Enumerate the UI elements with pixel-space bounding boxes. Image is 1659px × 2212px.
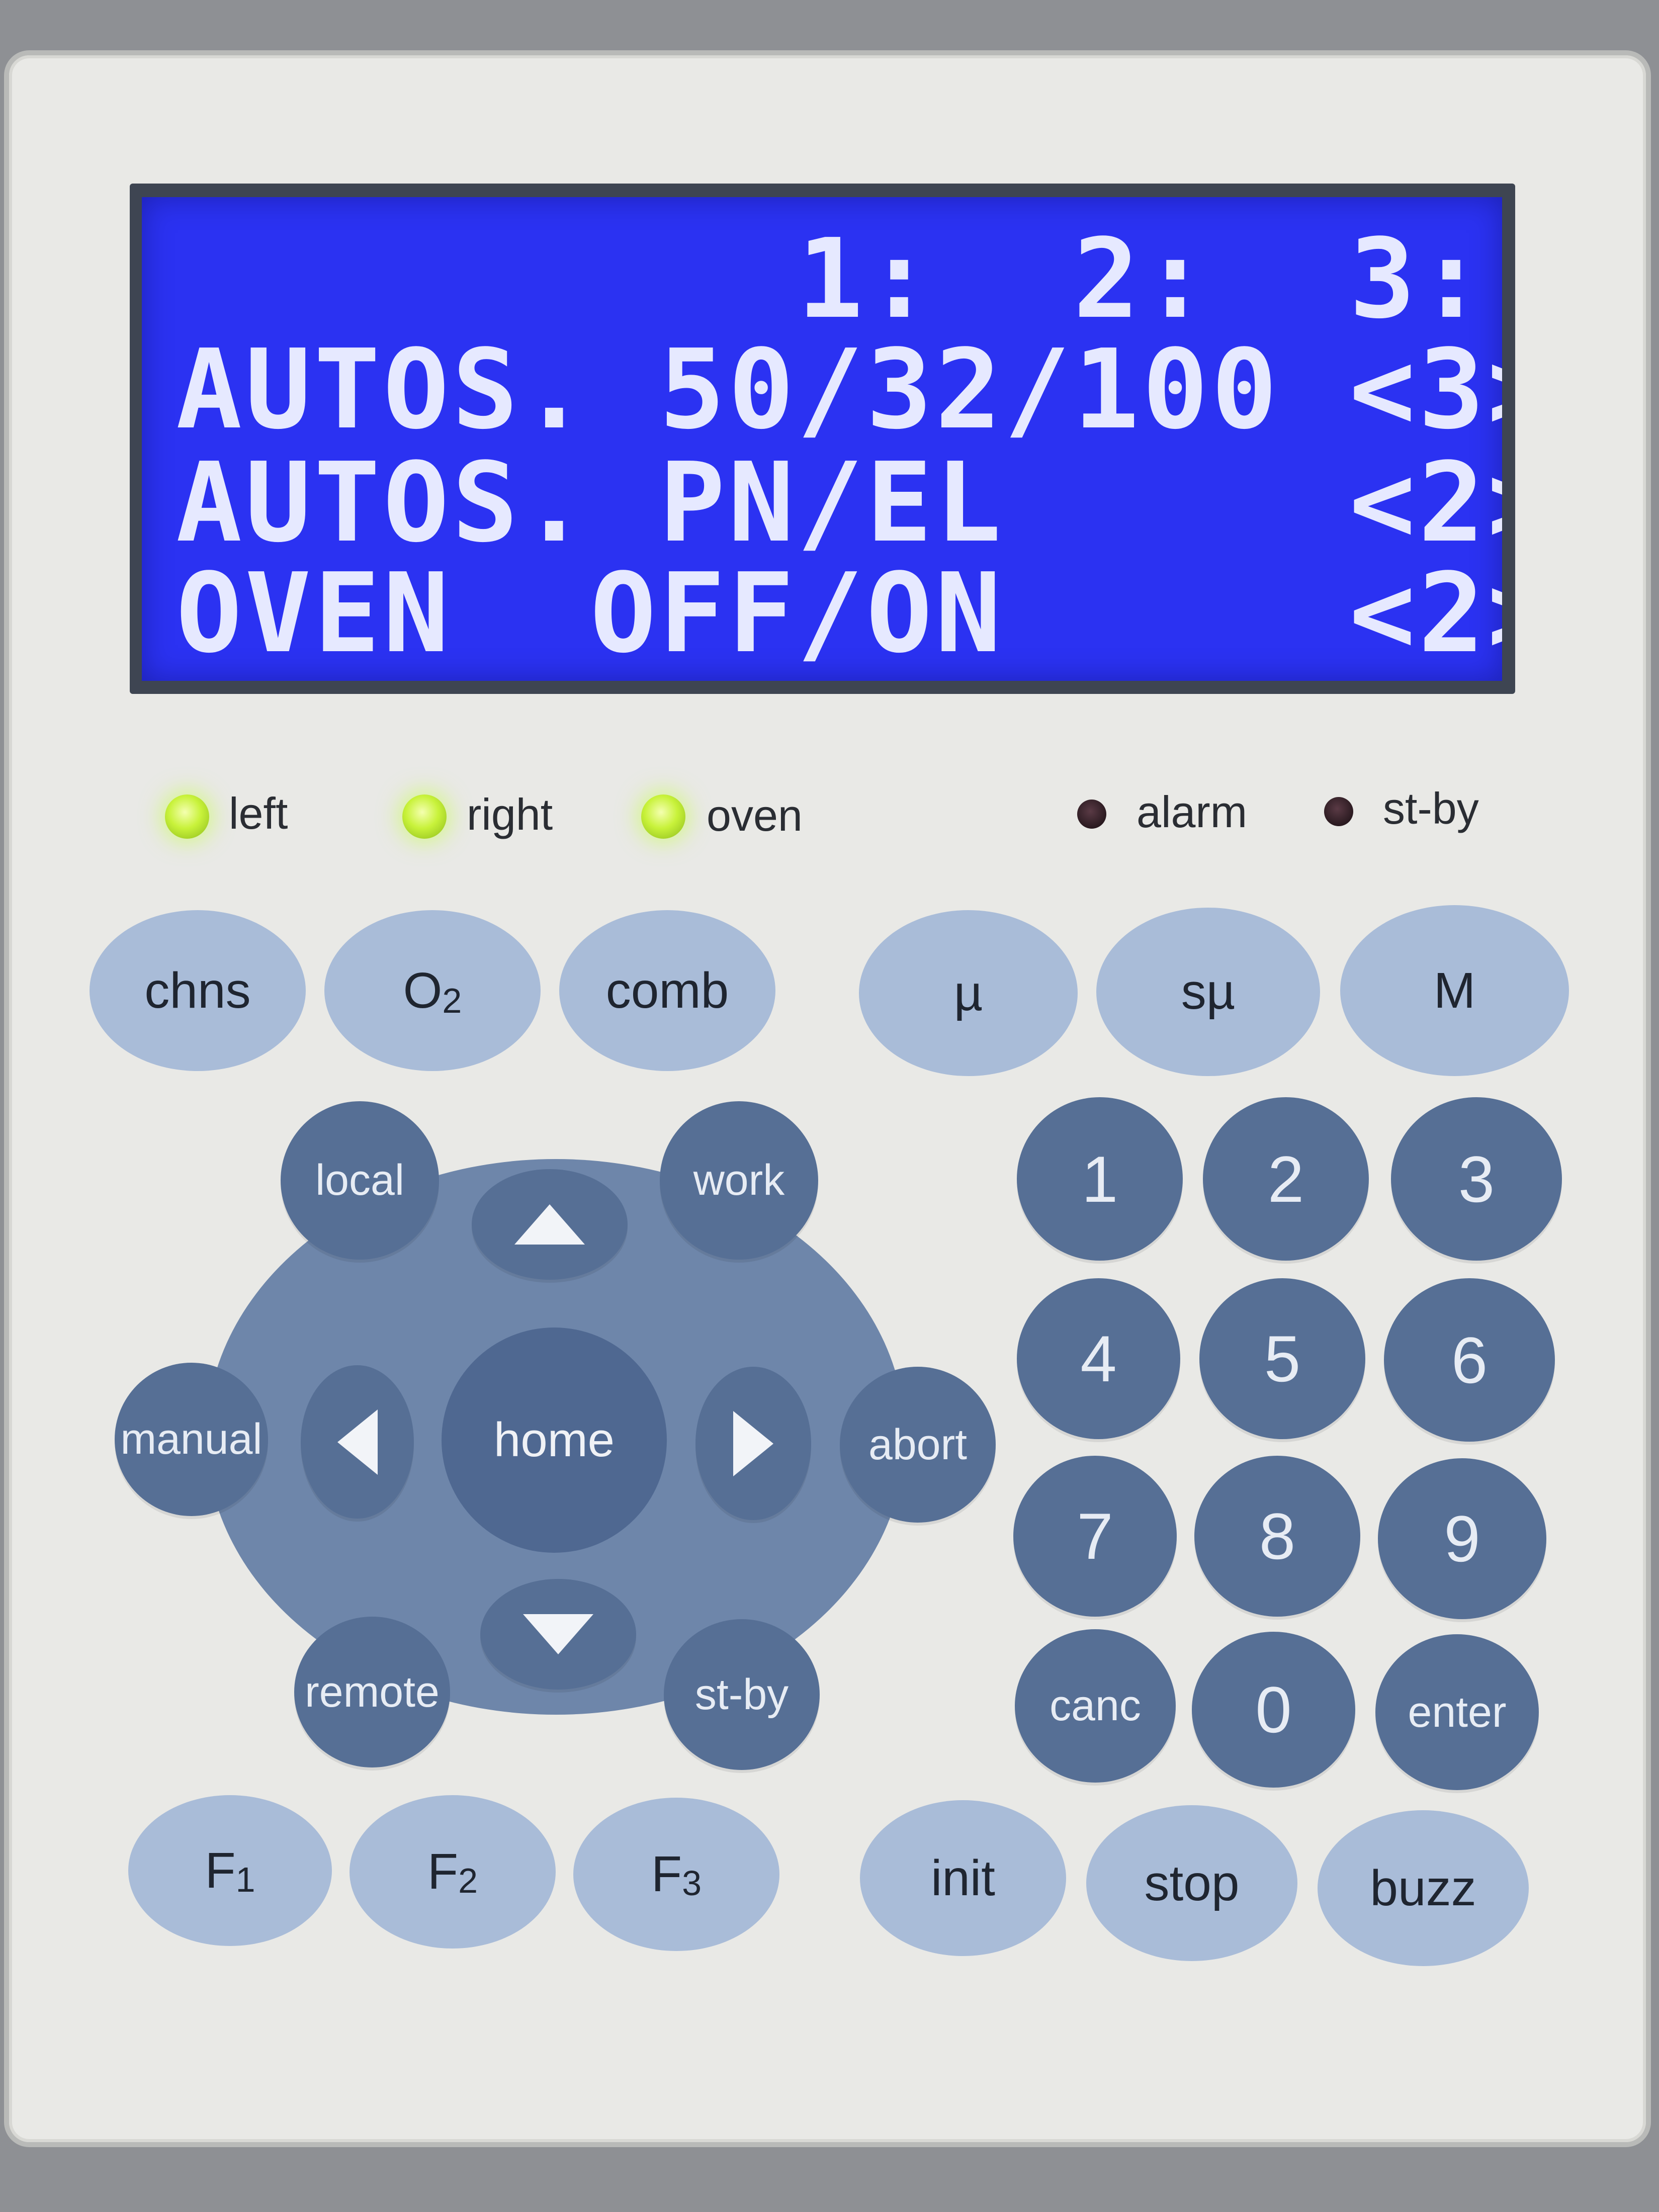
f3-subscript: 3: [682, 1864, 702, 1903]
home-button[interactable]: home: [442, 1328, 667, 1553]
digit-1-label: 1: [1081, 1142, 1118, 1216]
digit-0-label: 0: [1255, 1673, 1292, 1746]
f3-label: F: [651, 1846, 682, 1902]
init-label: init: [931, 1849, 995, 1906]
digit-3-button[interactable]: 3: [1391, 1097, 1562, 1261]
oven-led-label: oven: [707, 790, 803, 840]
f1-label: F: [205, 1842, 236, 1899]
digit-8-button[interactable]: 8: [1194, 1456, 1360, 1617]
digit-7-button[interactable]: 7: [1013, 1456, 1177, 1617]
digit-8-label: 8: [1259, 1499, 1296, 1573]
f3-button[interactable]: F3: [573, 1798, 779, 1951]
stby-button[interactable]: st-by: [664, 1619, 820, 1770]
chns-button[interactable]: chns: [90, 910, 306, 1071]
enter-label: enter: [1408, 1688, 1507, 1736]
right-led: [402, 794, 447, 839]
digit-4-label: 4: [1080, 1322, 1117, 1395]
remote-button[interactable]: remote: [294, 1617, 450, 1767]
cancel-button[interactable]: canc: [1015, 1629, 1176, 1783]
lcd-line-autos-mode: AUTOS. PN/EL <2>: [176, 439, 1502, 567]
lcd-display: 1: 2: 3: AUTOS. 50/32/100 <3> AUTOS. PN/…: [142, 197, 1502, 681]
oven-led: [641, 794, 685, 839]
digit-0-button[interactable]: 0: [1192, 1632, 1355, 1788]
smu-button[interactable]: sµ: [1096, 908, 1320, 1076]
m-label: M: [1433, 962, 1476, 1019]
local-label: local: [315, 1156, 404, 1204]
digit-2-label: 2: [1267, 1142, 1304, 1216]
left-led: [165, 794, 209, 839]
work-label: work: [693, 1156, 785, 1204]
o2-label: O: [403, 962, 443, 1019]
o2-button[interactable]: O2: [324, 910, 541, 1071]
down-arrow-icon: [523, 1614, 593, 1654]
buzz-label: buzz: [1370, 1860, 1476, 1916]
f2-label: F: [427, 1843, 459, 1900]
manual-button[interactable]: manual: [115, 1363, 268, 1516]
remote-label: remote: [305, 1667, 440, 1716]
stby-led-label: st-by: [1383, 783, 1479, 833]
digit-7-label: 7: [1077, 1499, 1113, 1573]
chns-label: chns: [144, 962, 251, 1019]
right-arrow-icon: [733, 1410, 773, 1476]
init-button[interactable]: init: [860, 1800, 1066, 1956]
down-arrow-button[interactable]: [480, 1579, 636, 1690]
right-led-label: right: [467, 789, 553, 839]
right-arrow-button[interactable]: [695, 1367, 811, 1520]
digit-4-button[interactable]: 4: [1017, 1278, 1180, 1439]
o2-subscript: 2: [442, 981, 462, 1020]
up-arrow-button[interactable]: [472, 1169, 628, 1280]
digit-9-button[interactable]: 9: [1378, 1458, 1546, 1619]
comb-label: comb: [605, 962, 729, 1019]
f2-subscript: 2: [458, 1861, 478, 1900]
mu-button[interactable]: µ: [859, 910, 1078, 1076]
f1-subscript: 1: [235, 1860, 255, 1899]
alarm-led: [1077, 800, 1106, 829]
enter-button[interactable]: enter: [1375, 1634, 1539, 1790]
m-button[interactable]: M: [1340, 905, 1569, 1076]
cancel-label: canc: [1050, 1682, 1141, 1730]
local-button[interactable]: local: [281, 1101, 439, 1260]
digit-5-button[interactable]: 5: [1199, 1278, 1365, 1439]
manual-label: manual: [120, 1415, 263, 1463]
digit-5-label: 5: [1264, 1322, 1301, 1395]
f2-button[interactable]: F2: [350, 1795, 556, 1949]
abort-button[interactable]: abort: [840, 1367, 996, 1523]
work-button[interactable]: work: [660, 1101, 818, 1260]
stop-label: stop: [1144, 1854, 1240, 1911]
lcd-line-header: 1: 2: 3:: [176, 216, 1488, 343]
digit-9-label: 9: [1444, 1502, 1480, 1575]
abort-label: abort: [868, 1420, 968, 1469]
digit-1-button[interactable]: 1: [1017, 1097, 1183, 1261]
left-arrow-button[interactable]: [301, 1365, 414, 1519]
stop-button[interactable]: stop: [1086, 1805, 1297, 1961]
home-label: home: [493, 1413, 615, 1467]
left-led-label: left: [229, 788, 288, 838]
f1-button[interactable]: F1: [128, 1795, 332, 1946]
buzz-button[interactable]: buzz: [1318, 1810, 1529, 1966]
lcd-line-oven: OVEN OFF/ON <2>: [176, 550, 1502, 677]
alarm-led-label: alarm: [1137, 787, 1248, 837]
stby-led: [1324, 797, 1353, 826]
digit-6-button[interactable]: 6: [1384, 1278, 1555, 1442]
mu-label: µ: [953, 964, 983, 1021]
digit-2-button[interactable]: 2: [1203, 1097, 1369, 1261]
digit-6-label: 6: [1451, 1323, 1488, 1397]
left-arrow-icon: [337, 1409, 378, 1475]
lcd-line-autos-position: AUTOS. 50/32/100 <3>: [176, 326, 1502, 454]
stby-label: st-by: [694, 1670, 789, 1719]
smu-label: sµ: [1181, 963, 1236, 1020]
up-arrow-icon: [514, 1204, 585, 1245]
comb-button[interactable]: comb: [559, 910, 775, 1071]
digit-3-label: 3: [1458, 1142, 1495, 1216]
